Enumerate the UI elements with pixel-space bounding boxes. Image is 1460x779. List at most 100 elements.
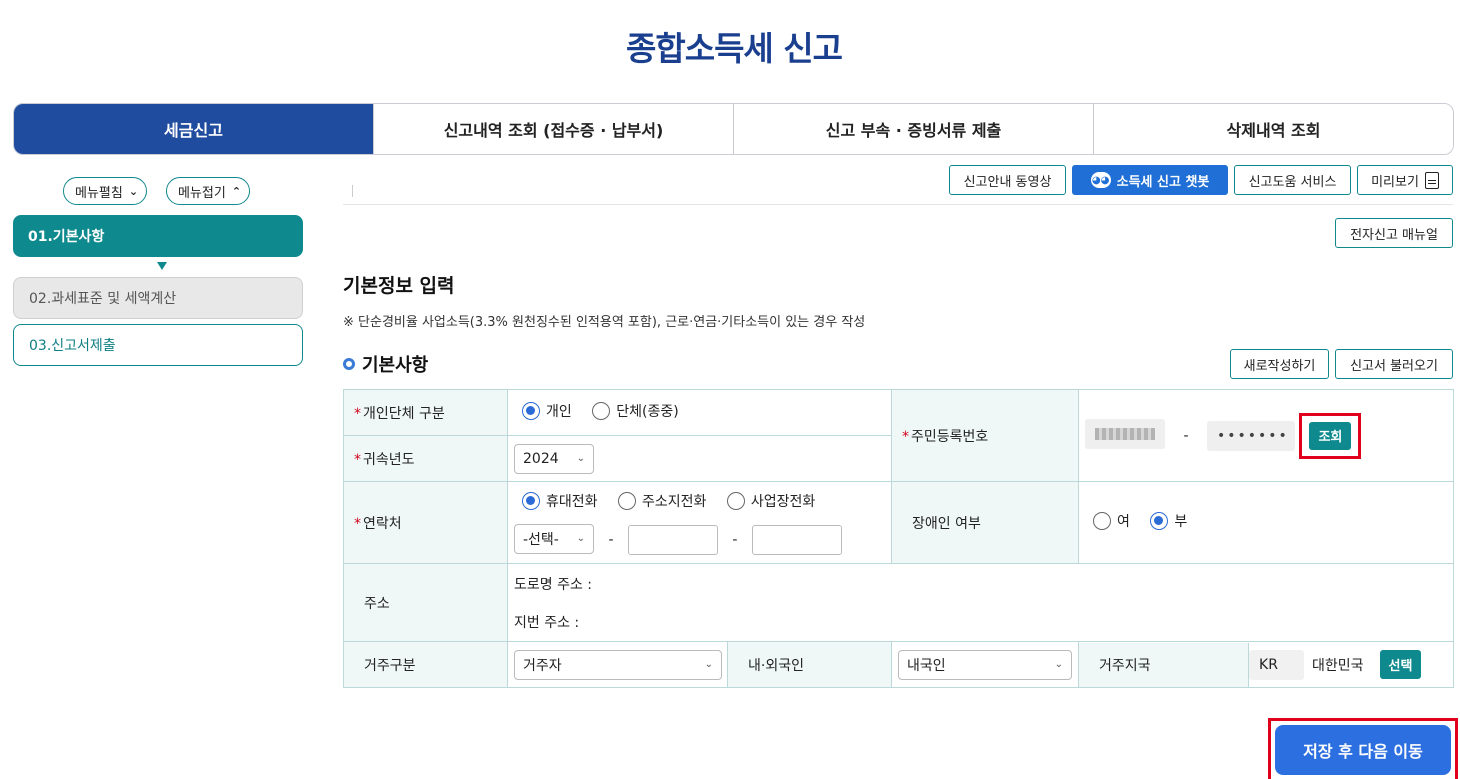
- phone-middle-input[interactable]: [627, 524, 718, 555]
- chevron-down-icon: ⌄: [576, 533, 585, 544]
- next-button-highlight: 저장 후 다음 이동: [1268, 718, 1458, 779]
- tab-deleted-history[interactable]: 삭제내역 조회: [1094, 104, 1453, 154]
- load-form-button[interactable]: 신고서 불러오기: [1335, 349, 1453, 379]
- rrn-first-field[interactable]: [1085, 418, 1166, 449]
- toolbar-separator: [343, 204, 1453, 205]
- menu-expand-label: 메뉴펼침: [75, 185, 123, 201]
- type-radio-individual[interactable]: 개인: [522, 401, 572, 421]
- type-option-group: 단체(종중): [616, 404, 679, 420]
- basic-info-title: 기본사항: [362, 355, 429, 376]
- disability-radio-no[interactable]: 부: [1150, 511, 1187, 531]
- load-form-label: 신고서 불러오기: [1350, 358, 1438, 374]
- new-form-label: 새로작성하기: [1243, 358, 1316, 374]
- chevron-down-icon: ⌄: [576, 453, 585, 464]
- tab-filing-history[interactable]: 신고내역 조회 (접수증 · 납부서): [374, 104, 734, 154]
- address-value-cell: 도로명 주소 : 지번 주소 :: [506, 563, 1455, 642]
- step-tax-calc: 02.과세표준 및 세액계산: [13, 277, 303, 319]
- road-address: 도로명 주소 :: [514, 576, 593, 593]
- nationality-label: 내·외국인: [748, 657, 804, 674]
- disability-option-no: 부: [1174, 514, 1188, 530]
- disability-option-yes: 여: [1117, 514, 1130, 530]
- nationality-select[interactable]: 내국인 ⌄: [898, 649, 1073, 680]
- menu-collapse-label: 메뉴접기: [178, 185, 226, 201]
- chevron-down-icon: ⌄: [704, 659, 713, 670]
- preview-button[interactable]: 미리보기: [1357, 165, 1453, 195]
- contact-label: 연락처: [363, 515, 402, 532]
- phone-dash-1: -: [608, 531, 614, 548]
- chatbot-label: 소득세 신고 챗봇: [1116, 174, 1210, 190]
- contact-radio-business[interactable]: 사업장전화: [726, 491, 816, 511]
- nationality-select-value: 내국인: [907, 657, 946, 674]
- country-select-button[interactable]: 선택: [1379, 650, 1422, 679]
- residence-select-value: 거주자: [523, 657, 562, 674]
- nationality-value-cell: 내국인 ⌄: [891, 641, 1080, 688]
- country-code: KR: [1249, 649, 1305, 680]
- type-value-cell: 개인 단체(종중): [506, 389, 893, 436]
- radio-unselected-icon: [1093, 512, 1112, 530]
- radio-selected-icon: [1150, 512, 1169, 530]
- lookup-button[interactable]: 조회: [1309, 421, 1352, 450]
- radio-unselected-icon: [726, 491, 745, 510]
- rrn-dash: -: [1183, 427, 1189, 444]
- country-name: 대한민국: [1312, 657, 1364, 674]
- nationality-label-cell: 내·외국인: [726, 641, 893, 688]
- year-label: 귀속년도: [363, 451, 415, 468]
- radio-unselected-icon: [592, 402, 611, 420]
- rrn-label: 주민등록번호: [911, 428, 989, 445]
- menu-expand-button[interactable]: 메뉴펼침 ⌄: [63, 177, 148, 205]
- chatbot-button[interactable]: ◕◕ 소득세 신고 챗봇: [1072, 165, 1228, 195]
- contact-radio-mobile[interactable]: 휴대전화: [522, 491, 598, 511]
- bullet-ring-icon: [343, 358, 355, 370]
- residence-label-cell: 거주구분: [343, 641, 508, 688]
- type-radio-group[interactable]: 단체(종중): [592, 401, 679, 421]
- year-select[interactable]: 2024 ⌄: [514, 443, 594, 474]
- manual-button[interactable]: 전자신고 매뉴얼: [1335, 218, 1453, 248]
- help-service-label: 신고도움 서비스: [1248, 174, 1337, 190]
- menu-collapse-button[interactable]: 메뉴접기 ⌃: [166, 177, 251, 205]
- main-tabs: 세금신고 신고내역 조회 (접수증 · 납부서) 신고 부속 · 증빙서류 제출…: [13, 103, 1454, 155]
- year-value-cell: 2024 ⌄: [506, 435, 893, 482]
- step-submission[interactable]: 03.신고서제출: [13, 324, 303, 366]
- radio-unselected-icon: [617, 491, 636, 510]
- video-guide-button[interactable]: 신고안내 동영상: [949, 165, 1066, 195]
- contact-radio-home[interactable]: 주소지전화: [617, 491, 707, 511]
- new-form-button[interactable]: 새로작성하기: [1230, 349, 1329, 379]
- contact-option-home: 주소지전화: [641, 493, 707, 510]
- address-label-cell: 주소: [343, 563, 508, 642]
- year-select-value: 2024: [523, 450, 559, 467]
- help-service-button[interactable]: 신고도움 서비스: [1234, 165, 1351, 195]
- video-guide-label: 신고안내 동영상: [963, 174, 1052, 190]
- tab-attachments[interactable]: 신고 부속 · 증빙서류 제출: [734, 104, 1094, 154]
- step-arrow-icon: [157, 262, 167, 270]
- phone-prefix-select[interactable]: -선택- ⌄: [514, 523, 594, 554]
- section-title: 기본정보 입력: [343, 275, 455, 297]
- disability-label-cell: 장애인 여부: [891, 481, 1080, 564]
- step-basic-info[interactable]: 01.기본사항: [13, 215, 303, 257]
- type-label-cell: * 개인단체 구분: [343, 389, 508, 436]
- radio-selected-icon: [522, 491, 540, 510]
- disability-value-cell: 여 부: [1078, 481, 1455, 564]
- toolbar-divider: [352, 185, 353, 197]
- contact-option-business: 사업장전화: [750, 493, 816, 510]
- save-and-next-button[interactable]: 저장 후 다음 이동: [1275, 725, 1451, 775]
- country-cell: 거주지국 KR 대한민국 선택: [1078, 641, 1455, 688]
- rrn-label-cell: * 주민등록번호: [891, 389, 1080, 482]
- document-icon: [1424, 171, 1439, 189]
- tab-tax-filing[interactable]: 세금신고: [14, 104, 374, 154]
- disability-radio-yes[interactable]: 여: [1093, 511, 1130, 531]
- radio-selected-icon: [522, 402, 540, 420]
- year-label-cell: * 귀속년도: [343, 435, 508, 482]
- type-option-individual: 개인: [546, 404, 572, 420]
- contact-label-cell: * 연락처: [343, 481, 508, 564]
- rrn-value-cell: - ••••••• 조회: [1078, 389, 1455, 482]
- rrn-second-field[interactable]: •••••••: [1206, 420, 1295, 451]
- phone-prefix-value: -선택-: [523, 531, 559, 548]
- chevron-up-icon: ⌃: [231, 184, 242, 198]
- phone-dash-2: -: [732, 531, 738, 548]
- residence-select[interactable]: 거주자 ⌄: [514, 649, 722, 680]
- chevron-down-icon: ⌄: [1054, 659, 1064, 670]
- basic-info-table: * 개인단체 구분 개인 단체(종중) * 주민등록번호 - ••••••• 조회 …: [343, 389, 1455, 688]
- phone-last-input[interactable]: [751, 524, 842, 555]
- manual-label: 전자신고 매뉴얼: [1350, 227, 1438, 243]
- contact-option-mobile: 휴대전화: [546, 493, 598, 510]
